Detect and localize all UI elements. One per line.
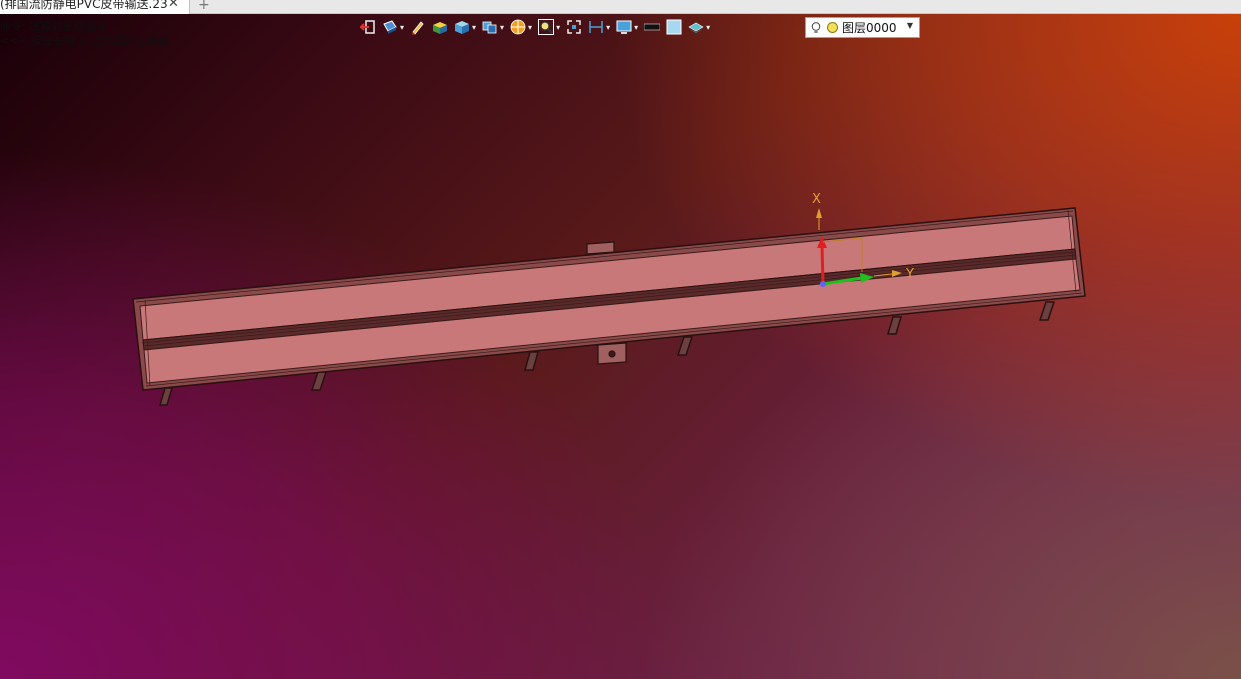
- lightbulb-icon[interactable]: [811, 21, 821, 34]
- line-color-button[interactable]: [644, 17, 661, 37]
- layer-name: 图层0000: [842, 21, 897, 35]
- render-icon: [510, 19, 526, 35]
- chevron-down-icon: ▾: [500, 22, 505, 32]
- view-direction-button[interactable]: ▾: [382, 17, 404, 37]
- chevron-down-icon: ▾: [606, 22, 611, 32]
- layer-stack-icon: [688, 22, 704, 33]
- view-direction-icon: [383, 20, 397, 34]
- document-tab-bar: (排国流防静电PVC皮带输送.23 ✕ +: [0, 0, 1241, 14]
- cube-button[interactable]: ▾: [454, 17, 476, 37]
- box-shaded-icon: [433, 22, 448, 34]
- view-toolbar: ▾ ▾ ▾ ▾ ▾ ▾ ▾ ▾ 图层0000 ▼: [360, 16, 920, 38]
- fit-view-button[interactable]: [566, 17, 582, 37]
- new-tab-icon[interactable]: +: [198, 0, 210, 13]
- line-color-icon: [644, 23, 661, 31]
- monitor-icon: [616, 20, 632, 34]
- layer-select[interactable]: 图层0000 ▼: [805, 17, 920, 38]
- view-cube-button[interactable]: ▾: [482, 17, 504, 37]
- command-line-1: 命令: 选取对象或选择: [0, 20, 107, 33]
- chevron-down-icon: ▾: [706, 22, 711, 32]
- dimension-icon: [589, 21, 603, 33]
- exit-button[interactable]: [360, 17, 376, 37]
- axis-y-label: Y: [905, 267, 914, 282]
- 3d-viewport[interactable]: X Y: [0, 14, 1241, 679]
- chevron-down-icon: ▾: [634, 22, 639, 32]
- fill-color-button[interactable]: [666, 17, 682, 37]
- zoom-button[interactable]: ▾: [538, 17, 560, 37]
- document-tab-title: (排国流防静电PVC皮带输送.23: [0, 0, 168, 11]
- chevron-down-icon: ▾: [528, 22, 533, 32]
- sketch-button[interactable]: [410, 17, 426, 37]
- display-button[interactable]: ▾: [616, 17, 638, 37]
- zoom-icon: [538, 19, 555, 35]
- chevron-down-icon: ▾: [472, 22, 477, 32]
- dimension-button[interactable]: ▾: [588, 17, 610, 37]
- cube-icon: [455, 21, 470, 34]
- chevron-down-icon: ▾: [400, 22, 405, 32]
- render-button[interactable]: ▾: [510, 17, 532, 37]
- close-icon[interactable]: ✕: [168, 0, 179, 10]
- chevron-down-icon[interactable]: ▼: [907, 21, 913, 30]
- chevron-down-icon: ▾: [556, 22, 561, 32]
- exit-icon: [360, 20, 375, 34]
- shaded-box-button[interactable]: [432, 17, 448, 37]
- command-line-2: <<< 按住右键 > 显示选择过滤器: [0, 34, 169, 47]
- view-cube-icon: [482, 21, 497, 34]
- layer-color-icon[interactable]: [827, 22, 838, 33]
- layer-manager-button[interactable]: ▾: [688, 17, 710, 37]
- document-tab[interactable]: (排国流防静电PVC皮带输送.23 ✕: [0, 0, 190, 14]
- pencil-icon: [412, 21, 424, 35]
- fit-icon: [567, 20, 581, 34]
- axis-x-label: X: [812, 192, 821, 207]
- command-prompt: 命令: 选取对象或选择 <<< 按住右键 > 显示选择过滤器: [0, 20, 168, 48]
- conveyor-model[interactable]: X Y: [0, 14, 1241, 679]
- fill-color-icon: [666, 19, 682, 35]
